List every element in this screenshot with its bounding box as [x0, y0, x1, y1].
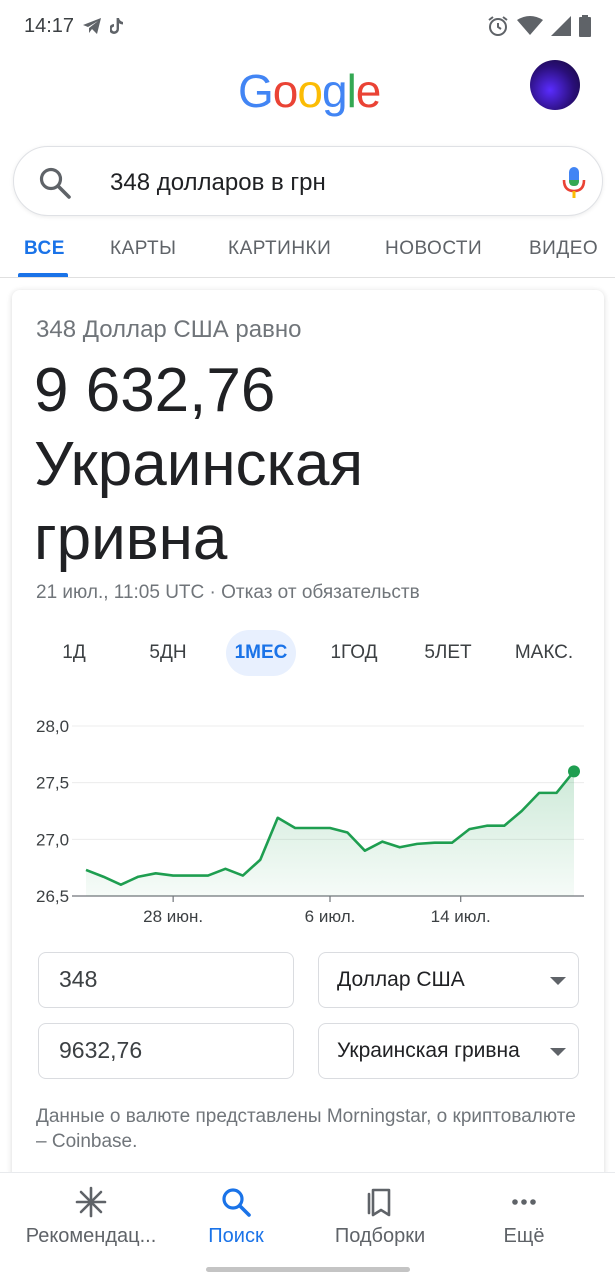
status-right: [487, 15, 591, 37]
rate-timestamp[interactable]: 21 июл., 11:05 UTC · Отказ от обязательс…: [36, 582, 420, 604]
tab-images[interactable]: КАРТИНКИ: [228, 238, 331, 260]
currency-converter-card: 348 Доллар США равно 9 632,76 Украинская…: [12, 290, 604, 1180]
x-tick-label: 6 июл.: [305, 907, 356, 926]
nav-label-collections: Подборки: [334, 1225, 426, 1247]
home-indicator: [206, 1267, 410, 1272]
more-dots-icon: [512, 1199, 536, 1205]
from-currency-value: Доллар США: [337, 968, 465, 991]
tab-all[interactable]: ВСЕ: [24, 238, 65, 260]
signal-icon: [551, 16, 571, 36]
y-tick-label: 27,0: [36, 830, 69, 849]
result-currency-line1: Украинская: [34, 430, 364, 499]
range-1m[interactable]: 1МЕС: [226, 630, 296, 676]
nav-more[interactable]: Ещё: [482, 1185, 566, 1255]
wifi-icon: [517, 16, 543, 35]
nav-discover[interactable]: Рекомендац...: [18, 1185, 164, 1255]
header: Google: [0, 52, 615, 142]
tiktok-icon: [110, 18, 124, 34]
alarm-icon: [488, 16, 508, 36]
search-bar[interactable]: 348 долларов в грн: [13, 146, 603, 216]
exchange-rate-chart[interactable]: 28,0 27,5 27,0 26,5 28 июн. 6 июл. 14 июл.: [12, 710, 604, 930]
y-tick-label: 27,5: [36, 774, 69, 793]
to-currency-select[interactable]: Украинская гривна: [318, 1023, 579, 1079]
search-tabs: ВСЕ КАРТЫ КАРТИНКИ НОВОСТИ ВИДЕО: [0, 226, 615, 278]
active-tab-indicator: [18, 273, 68, 277]
nav-label-discover: Рекомендац...: [25, 1225, 157, 1247]
range-1y[interactable]: 1ГОД: [318, 630, 390, 676]
nav-search[interactable]: Поиск: [190, 1185, 282, 1255]
status-bar: 14:17: [0, 0, 615, 52]
from-currency-select[interactable]: Доллар США: [318, 952, 579, 1008]
from-amount-value[interactable]: 348: [59, 966, 97, 993]
google-logo[interactable]: Google: [238, 64, 381, 118]
status-time: 14:17: [24, 14, 75, 37]
range-5d[interactable]: 5ДН: [132, 630, 204, 676]
x-tick-label: 14 июл.: [431, 907, 491, 926]
y-tick-label: 28,0: [36, 717, 69, 736]
y-tick-label: 26,5: [36, 887, 69, 906]
microphone-icon[interactable]: [560, 165, 588, 199]
result-currency-line2: гривна: [34, 504, 228, 573]
search-icon: [222, 1188, 251, 1217]
dropdown-arrow-icon: [550, 1048, 566, 1056]
latest-point: [568, 765, 580, 778]
range-1d[interactable]: 1Д: [44, 630, 104, 676]
nav-label-search: Поиск: [208, 1225, 264, 1247]
search-input[interactable]: 348 долларов в грн: [110, 169, 326, 197]
x-tick-label: 28 июн.: [143, 907, 203, 926]
telegram-icon: [83, 18, 102, 34]
chart-range-selector: 1Д 5ДН 1МЕС 1ГОД 5ЛЕТ МАКС.: [12, 630, 604, 676]
nav-collections[interactable]: Подборки: [318, 1185, 442, 1255]
bottom-navigation: Рекомендац... Поиск Подборки Ещё: [0, 1172, 615, 1280]
data-source-note: Данные о валюте представлены Morningstar…: [36, 1106, 576, 1152]
tab-maps[interactable]: КАРТЫ: [110, 238, 177, 260]
battery-icon: [579, 15, 591, 37]
tab-video[interactable]: ВИДЕО: [529, 238, 598, 260]
account-avatar[interactable]: [530, 60, 580, 110]
asterisk-icon: [75, 1186, 107, 1218]
conversion-result: 9 632,76 Украинская гривна: [34, 354, 594, 576]
range-max[interactable]: МАКС.: [502, 630, 586, 676]
collections-icon: [367, 1188, 391, 1217]
to-amount-field[interactable]: 9632,76: [38, 1023, 294, 1079]
dropdown-arrow-icon: [550, 977, 566, 985]
series-area: [86, 771, 574, 896]
range-5y[interactable]: 5ЛЕТ: [412, 630, 484, 676]
nav-label-more: Ещё: [503, 1225, 545, 1247]
to-amount-value[interactable]: 9632,76: [59, 1037, 142, 1064]
search-icon[interactable]: [38, 166, 72, 200]
result-amount: 9 632,76: [34, 356, 276, 425]
conversion-equals-text: 348 Доллар США равно: [36, 316, 302, 343]
tab-news[interactable]: НОВОСТИ: [385, 238, 482, 260]
from-amount-field[interactable]: 348: [38, 952, 294, 1008]
status-left: 14:17: [24, 15, 124, 38]
to-currency-value: Украинская гривна: [337, 1039, 520, 1062]
